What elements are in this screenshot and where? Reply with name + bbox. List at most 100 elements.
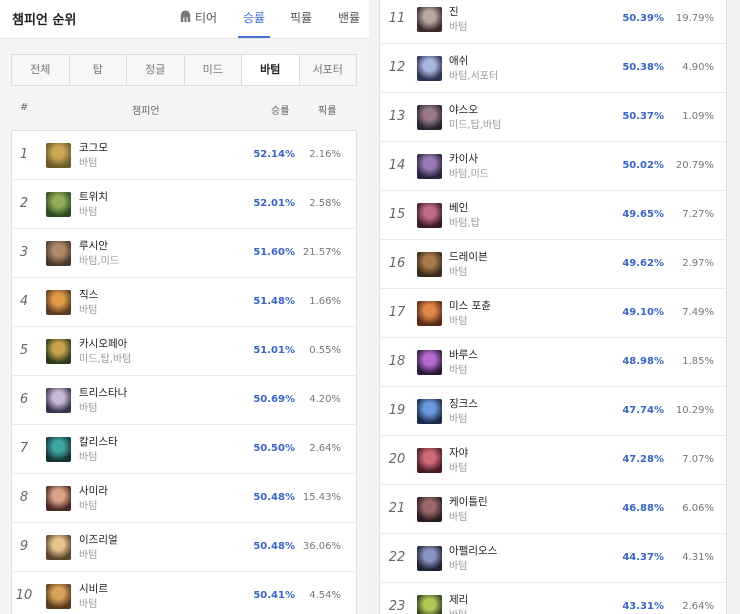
- tab-pickrate[interactable]: 픽률: [290, 0, 312, 36]
- position-support-button[interactable]: 서포터: [299, 55, 356, 85]
- champion-pickrate: 2.58%: [309, 198, 341, 209]
- kogmaw-portrait-icon: [46, 143, 71, 168]
- champion-name[interactable]: 트위치: [79, 189, 108, 204]
- champion-row[interactable]: 11 진 바텀 50.39% 19.79%: [380, 0, 726, 44]
- champion-row[interactable]: 9 이즈리얼 바텀 50.48% 36.06%: [12, 523, 356, 572]
- zeri-portrait-icon: [417, 595, 442, 614]
- position-all-button[interactable]: 전체: [12, 55, 70, 85]
- column-header-winrate[interactable]: 승률: [271, 102, 289, 117]
- champion-pickrate: 21.57%: [302, 247, 341, 258]
- champion-name[interactable]: 카이사: [449, 151, 478, 166]
- vayne-portrait-icon: [417, 203, 442, 228]
- champion-winrate: 50.50%: [253, 443, 295, 454]
- champion-row[interactable]: 14 카이사 바텀,미드 50.02% 20.79%: [380, 142, 726, 191]
- champion-row[interactable]: 15 베인 바텀,탑 49.65% 7.27%: [380, 191, 726, 240]
- champion-name[interactable]: 아펠리오스: [449, 543, 497, 558]
- champion-row[interactable]: 4 직스 바텀 51.48% 1.66%: [12, 278, 356, 327]
- position-bottom-button[interactable]: 바텀: [242, 55, 300, 85]
- champion-row[interactable]: 3 루시안 바텀,미드 51.60% 21.57%: [12, 229, 356, 278]
- champion-row[interactable]: 16 드레이븐 바텀 49.62% 2.97%: [380, 240, 726, 289]
- champion-row[interactable]: 19 징크스 바텀 47.74% 10.29%: [380, 387, 726, 436]
- kaisa-portrait-icon: [417, 154, 442, 179]
- champion-name[interactable]: 카시오페아: [79, 336, 127, 351]
- champion-name[interactable]: 이즈리얼: [79, 532, 118, 547]
- champion-row[interactable]: 22 아펠리오스 바텀 44.37% 4.31%: [380, 534, 726, 583]
- champion-rank: 22: [388, 550, 406, 565]
- position-mid-button[interactable]: 미드: [184, 55, 242, 85]
- champion-row[interactable]: 13 야스오 미드,탑,바텀 50.37% 1.09%: [380, 93, 726, 142]
- champion-winrate: 47.74%: [622, 405, 664, 416]
- miss-fortune-portrait-icon: [417, 301, 442, 326]
- champion-winrate: 50.41%: [253, 590, 295, 601]
- champion-row[interactable]: 1 코그모 바텀 52.14% 2.16%: [12, 131, 356, 180]
- samira-portrait-icon: [46, 486, 71, 511]
- champion-name[interactable]: 진: [449, 4, 459, 19]
- champion-row[interactable]: 2 트위치 바텀 52.01% 2.58%: [12, 180, 356, 229]
- champion-pickrate: 7.49%: [682, 307, 714, 318]
- champion-row[interactable]: 18 바루스 바텀 48.98% 1.85%: [380, 338, 726, 387]
- position-jungle-button[interactable]: 정글: [127, 55, 185, 85]
- champion-winrate: 49.62%: [622, 258, 664, 269]
- champion-row[interactable]: 12 애쉬 바텀,서포터 50.38% 4.90%: [380, 44, 726, 93]
- tab-banrate[interactable]: 밴률: [338, 0, 360, 36]
- champion-row[interactable]: 20 자야 바텀 47.28% 7.07%: [380, 436, 726, 485]
- champion-name[interactable]: 루시안: [79, 238, 108, 253]
- champion-name[interactable]: 케이틀린: [449, 494, 488, 509]
- champion-pickrate: 36.06%: [302, 541, 341, 552]
- ranking-body: 전체 탑 정글 미드 바텀 서포터 # 챔피언 승률 픽률 1 코그모 바텀 52.1…: [0, 39, 369, 614]
- champion-row[interactable]: 21 케이틀린 바텀 46.88% 6.06%: [380, 485, 726, 534]
- champion-name[interactable]: 사미라: [79, 483, 108, 498]
- champion-winrate: 50.48%: [253, 541, 295, 552]
- position-filter: 전체 탑 정글 미드 바텀 서포터: [11, 54, 357, 86]
- champion-winrate: 44.37%: [622, 552, 664, 563]
- tab-tier-label: 티어: [195, 11, 218, 25]
- champion-name[interactable]: 바루스: [449, 347, 478, 362]
- champion-pickrate: 2.64%: [682, 601, 714, 612]
- champion-row[interactable]: 8 사미라 바텀 50.48% 15.43%: [12, 474, 356, 523]
- champion-name[interactable]: 직스: [79, 287, 98, 302]
- champion-positions: 미드,탑,바텀: [79, 354, 132, 365]
- tab-tier[interactable]: 티어: [180, 0, 217, 36]
- cassiopeia-portrait-icon: [46, 339, 71, 364]
- champion-rank: 10: [15, 588, 33, 603]
- tab-pickrate-label: 픽률: [290, 11, 313, 25]
- champion-name[interactable]: 칼리스타: [79, 434, 118, 449]
- champion-row[interactable]: 17 미스 포츈 바텀 49.10% 7.49%: [380, 289, 726, 338]
- champion-name[interactable]: 드레이븐: [449, 249, 488, 264]
- champion-positions: 바텀: [449, 606, 467, 614]
- champion-positions: 바텀,탑: [449, 218, 480, 229]
- champion-positions: 바텀: [79, 501, 98, 512]
- champion-name[interactable]: 트리스타나: [79, 385, 127, 400]
- champion-name[interactable]: 자야: [449, 445, 468, 460]
- champion-positions: 바텀: [79, 452, 98, 463]
- tab-winrate[interactable]: 승률: [238, 0, 270, 38]
- champion-name[interactable]: 시비르: [79, 581, 108, 596]
- champion-rank: 4: [19, 294, 29, 309]
- champion-rank: 16: [388, 256, 406, 271]
- right-panel: 11 진 바텀 50.39% 19.79% 12 애쉬 바텀,서포터 50.38% 4.90% 13…: [379, 0, 740, 614]
- champion-rank: 9: [19, 539, 29, 554]
- champion-positions: 바텀: [79, 305, 98, 316]
- champion-name[interactable]: 미스 포츈: [449, 298, 491, 313]
- champion-name[interactable]: 야스오: [449, 102, 478, 117]
- champion-pickrate: 4.90%: [682, 62, 714, 73]
- champion-rank: 5: [19, 343, 29, 358]
- champion-row[interactable]: 7 칼리스타 바텀 50.50% 2.64%: [12, 425, 356, 474]
- column-header-pickrate[interactable]: 픽률: [318, 102, 336, 117]
- ezreal-portrait-icon: [46, 535, 71, 560]
- champion-row[interactable]: 23 제리바텀 43.31% 2.64%: [380, 583, 726, 614]
- champion-name[interactable]: 애쉬: [449, 53, 468, 68]
- champion-row[interactable]: 5 카시오페아 미드,탑,바텀 51.01% 0.55%: [12, 327, 356, 376]
- champion-name[interactable]: 베인: [449, 200, 468, 215]
- champion-pickrate: 20.79%: [675, 160, 714, 171]
- champion-name[interactable]: 징크스: [449, 396, 478, 411]
- champion-winrate: 50.02%: [622, 160, 664, 171]
- champion-pickrate: 0.55%: [309, 345, 341, 356]
- champion-positions: 바텀: [449, 267, 468, 278]
- champion-name[interactable]: 코그모: [79, 140, 108, 155]
- champion-row[interactable]: 10 시비르 바텀 50.41% 4.54%: [12, 572, 356, 614]
- champion-row[interactable]: 6 트리스타나 바텀 50.69% 4.20%: [12, 376, 356, 425]
- position-top-button[interactable]: 탑: [69, 55, 127, 85]
- champion-positions: 바텀: [449, 22, 468, 33]
- champion-name[interactable]: 제리: [449, 592, 468, 607]
